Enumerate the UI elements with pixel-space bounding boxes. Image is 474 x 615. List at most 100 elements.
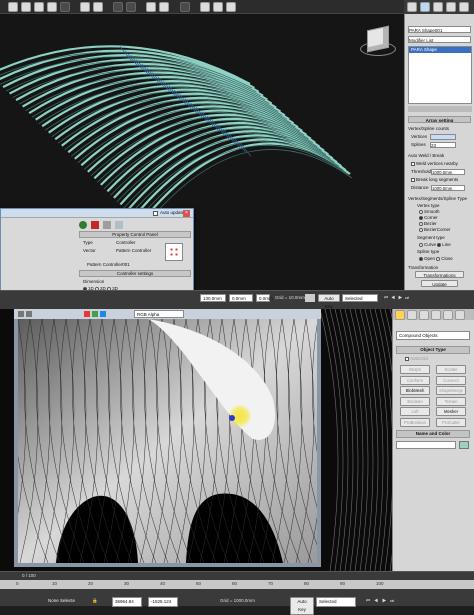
object-button[interactable]: Connect	[436, 375, 466, 385]
frame-counter[interactable]: 0 / 100	[20, 572, 38, 580]
motion-tab-icon[interactable]	[446, 2, 456, 12]
blue-channel-icon[interactable]	[100, 311, 106, 317]
create-tab-icon[interactable]	[407, 2, 417, 12]
object-name-input[interactable]	[396, 441, 456, 449]
select-icon[interactable]	[8, 2, 18, 12]
object-button[interactable]: Conform	[400, 375, 430, 385]
cameras-tab-icon[interactable]	[431, 310, 441, 320]
threshold-spinner[interactable]: 1000.0mm	[431, 169, 465, 175]
red-node-icon[interactable]	[91, 221, 99, 229]
link-icon[interactable]	[113, 2, 123, 12]
scale-icon[interactable]	[47, 2, 57, 12]
object-button[interactable]: Mesher	[436, 407, 466, 416]
green-channel-icon[interactable]	[92, 311, 98, 317]
object-button[interactable]: ProCutter	[436, 417, 466, 427]
viewcube-icon[interactable]	[367, 25, 389, 53]
name-and-color-rollout[interactable]: Name and Color	[396, 430, 470, 438]
object-button[interactable]: Terrain	[436, 396, 466, 406]
hierarchy-tab-icon[interactable]	[433, 2, 443, 12]
modify-tab-icon[interactable]	[420, 2, 430, 12]
snap-icon[interactable]	[60, 2, 70, 12]
grey-node-icon[interactable]	[103, 221, 111, 229]
array-settings-rollout[interactable]: Array setting	[408, 116, 471, 123]
autogrid-checkbox[interactable]: AutoGrid	[405, 355, 428, 362]
mirror-icon[interactable]	[146, 2, 156, 12]
transformations-button[interactable]: Transformations	[415, 271, 464, 278]
object-name-field[interactable]: PARA Shape001	[408, 26, 471, 33]
playback-controls[interactable]: ⏮◀▶⏭	[364, 597, 424, 605]
auto-update-checkbox[interactable]	[153, 211, 158, 216]
timeline-ruler[interactable]: 0 10 20 30 40 50 60 70 80 90 100	[0, 580, 474, 589]
object-button[interactable]: ShapeMerge	[436, 386, 466, 395]
material-editor-icon[interactable]	[200, 2, 210, 12]
autogrid-checkbox-box[interactable]	[405, 356, 409, 361]
grid-readout: Grid = 10.0mm	[275, 295, 305, 300]
color-swatch[interactable]	[459, 441, 469, 449]
move-icon[interactable]	[21, 2, 31, 12]
object-type-rollout[interactable]: Object Type	[396, 346, 470, 354]
systems-tab-icon[interactable]	[455, 310, 465, 320]
y-coordinate-field[interactable]: 0.0mm	[229, 294, 253, 302]
stack-item-para-shape[interactable]: PARA Shape	[409, 47, 471, 53]
redo-icon[interactable]	[93, 2, 103, 12]
bottom-viewport[interactable]: RGB Alpha	[0, 309, 392, 571]
bezier-corner-radio[interactable]: BezierCorner	[419, 226, 471, 233]
distance-spinner[interactable]: 1000.0mm	[431, 185, 465, 191]
auto-key-button[interactable]: Auto Key	[318, 294, 340, 309]
layers-icon[interactable]	[180, 2, 190, 12]
type-label: Type	[83, 240, 93, 245]
lights-tab-icon[interactable]	[419, 310, 429, 320]
category-dropdown[interactable]: Compound Objects	[396, 331, 470, 340]
rendered-frame-window[interactable]	[14, 309, 321, 567]
green-node-icon[interactable]	[79, 221, 87, 229]
break-long-checkbox[interactable]: Break long segments	[411, 176, 471, 183]
undo-icon[interactable]	[80, 2, 90, 12]
align-icon[interactable]	[159, 2, 169, 12]
object-button[interactable]: ProBoolean	[400, 417, 430, 427]
modify-command-panel: PARA Shape001 Modifier List PARA Shape A…	[404, 14, 474, 292]
x-coordinate-field[interactable]: 130.0mm	[200, 294, 226, 302]
render-setup-icon[interactable]	[213, 2, 223, 12]
curve-radio-dot[interactable]	[419, 242, 423, 247]
red-channel-icon[interactable]	[84, 311, 90, 317]
splines-spinner[interactable]: 23	[430, 142, 456, 148]
rotate-icon[interactable]	[34, 2, 44, 12]
channel-dropdown[interactable]: RGB Alpha	[134, 310, 184, 318]
copy-image-icon[interactable]	[26, 311, 32, 317]
line-radio-dot[interactable]	[437, 242, 442, 247]
key-icon[interactable]	[305, 294, 315, 302]
unlink-icon[interactable]	[126, 2, 136, 12]
object-button[interactable]: Scatter	[436, 365, 466, 374]
modifier-stack[interactable]: PARA Shape	[408, 46, 472, 104]
selected-dropdown[interactable]: Selected	[342, 294, 378, 302]
playback-controls[interactable]: ⏮◀▶⏭	[382, 294, 432, 302]
controller-settings-header[interactable]: Controller settings	[79, 270, 191, 277]
z-coordinate-field[interactable]: 0.0mm	[256, 294, 273, 302]
modifier-list-dropdown[interactable]: Modifier List	[408, 36, 471, 43]
shapes-tab-icon[interactable]	[407, 310, 417, 320]
vertices-spinner[interactable]	[430, 134, 456, 140]
controller-icon[interactable]	[165, 243, 183, 261]
helpers-tab-icon[interactable]	[443, 310, 453, 320]
object-button[interactable]: Loft	[400, 407, 430, 416]
settings-node-icon[interactable]	[115, 221, 123, 229]
property-panel-header[interactable]: Property Control Panel	[79, 231, 191, 238]
bezier-corner-radio-dot[interactable]	[419, 227, 423, 232]
open-radio-dot[interactable]	[419, 256, 423, 261]
render-icon[interactable]	[226, 2, 236, 12]
object-button[interactable]: BlobMesh	[400, 386, 430, 395]
weld-nearby-checkbox[interactable]: Weld vertices nearby	[411, 160, 471, 167]
display-tab-icon[interactable]	[459, 2, 469, 12]
auto-key-button[interactable]: Auto Key	[290, 597, 314, 615]
timeline-tick-label: 20	[88, 581, 94, 586]
object-button[interactable]: Boolean	[400, 396, 430, 406]
weld-checkbox-box[interactable]	[411, 161, 415, 166]
save-image-icon[interactable]	[18, 311, 24, 317]
close-radio-dot[interactable]	[436, 256, 441, 261]
close-icon[interactable]: ×	[183, 210, 190, 217]
geometry-tab-icon[interactable]	[395, 310, 405, 320]
object-button[interactable]: Morph	[400, 365, 430, 374]
lock-icon[interactable]: 🔒	[90, 597, 100, 605]
update-button[interactable]: Update	[421, 280, 458, 287]
break-checkbox-box[interactable]	[411, 177, 415, 182]
